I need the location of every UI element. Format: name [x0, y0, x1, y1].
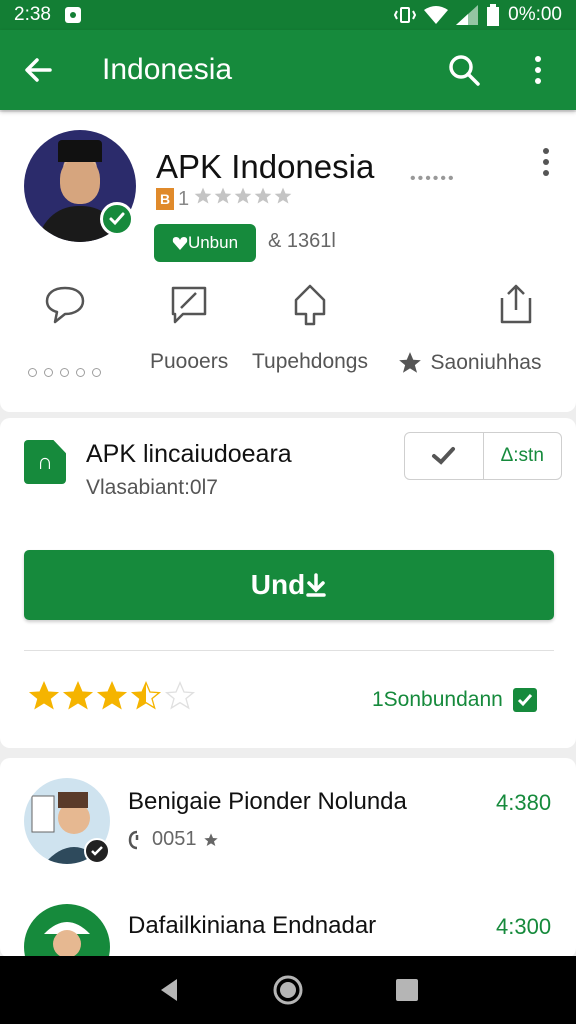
list-item[interactable]: Benigaie Pionder Nolunda 0051 4:380: [0, 778, 576, 878]
nav-home-button[interactable]: [264, 966, 312, 1014]
rating-badge: B: [156, 188, 174, 210]
rating-link-label: 1Sonbundann: [372, 688, 503, 711]
primary-button-label: Und: [250, 569, 306, 600]
avatar: [24, 904, 110, 958]
triangle-back-icon: [161, 979, 178, 1001]
edit-message-icon: [163, 278, 215, 330]
more-vert-icon: [543, 148, 549, 176]
star-icon: [96, 680, 128, 710]
review-meta: 0051: [128, 828, 219, 851]
verified-icon: [84, 838, 110, 864]
star-outline-icon: [214, 187, 232, 204]
rating-text: 1: [178, 187, 190, 210]
name-dots: ••••••: [410, 170, 456, 187]
rating-stars: [193, 186, 293, 212]
action-label: Tupehdongs: [252, 350, 368, 373]
app-bar: Indonesia: [0, 30, 576, 110]
package-file-icon: ∩: [24, 440, 66, 484]
notification-icon: [64, 7, 81, 23]
star-icon: [164, 680, 196, 710]
action-downloads[interactable]: Tupehdongs: [252, 278, 368, 374]
page-title: Indonesia: [102, 53, 233, 86]
download-count: & 1361l: [268, 230, 336, 252]
action-label: Puooers: [150, 350, 229, 373]
package-version: Vlasabiant:0l7: [86, 476, 218, 499]
system-nav-bar: [0, 956, 576, 1024]
check-segment[interactable]: [405, 433, 483, 479]
star-outline-icon: [234, 187, 252, 204]
star-icon: [203, 832, 218, 846]
app-header-card: APK Indonesia •••••• B 1 Unbun & 1361l P…: [0, 112, 576, 412]
list-item[interactable]: Dafailkiniana Endnadar 4:300: [0, 904, 576, 958]
review-time: 4:300: [496, 914, 552, 939]
star-icon: [62, 680, 94, 710]
share-icon: [490, 278, 542, 330]
review-time: 4:380: [496, 790, 552, 815]
package-card: ∩ APK lincaiudoeara Vlasabiant:0l7 Δ:stn…: [0, 418, 576, 748]
action-label-row: Saoniuhhas: [397, 350, 542, 376]
install-chip[interactable]: Unbun: [154, 224, 256, 262]
primary-action-button[interactable]: Und: [24, 550, 554, 620]
clock-icon: [128, 830, 139, 849]
heart-icon: [172, 237, 188, 250]
action-label: Saoniuhhas: [430, 351, 542, 374]
back-button[interactable]: [14, 46, 62, 94]
app-more-button[interactable]: [526, 138, 566, 186]
back-arrow-icon: [25, 58, 52, 82]
action-comment[interactable]: [28, 278, 101, 377]
reviews-card: Benigaie Pionder Nolunda 0051 4:380 Dafa…: [0, 758, 576, 958]
overflow-menu-button[interactable]: [514, 46, 562, 94]
nav-recents-button[interactable]: [383, 966, 431, 1014]
nav-back-button[interactable]: [145, 966, 193, 1014]
star-outline-icon: [254, 187, 272, 204]
star-icon: [28, 680, 60, 710]
rating-stars-large[interactable]: [28, 680, 196, 712]
comment-icon: [39, 278, 91, 330]
download-icon: [306, 573, 326, 597]
review-author: Benigaie Pionder Nolunda: [128, 788, 407, 815]
status-time: 2:38: [14, 4, 51, 25]
battery-icon: [486, 4, 500, 26]
action-posters[interactable]: Puooers: [150, 278, 228, 374]
signal-icon: [456, 5, 479, 25]
divider: [24, 650, 554, 651]
package-title: APK lincaiudoeara: [86, 440, 292, 468]
status-bar: 2:38 0%:00: [0, 0, 576, 30]
star-icon: [130, 680, 162, 710]
search-icon: [449, 55, 480, 86]
verified-badge-icon: [100, 202, 134, 236]
star-outline-icon: [194, 187, 212, 204]
battery-text: 0%:00: [508, 4, 562, 25]
search-button[interactable]: [440, 46, 488, 94]
segmented-control: Δ:stn: [404, 432, 562, 480]
action-row: Puooers Tupehdongs Saoniuhhas: [0, 278, 576, 388]
circle-home-icon: [273, 975, 303, 1005]
app-rating-row: B 1: [156, 186, 293, 212]
wifi-icon: [424, 5, 449, 25]
star-outline-icon: [274, 187, 292, 204]
check-icon: [431, 447, 455, 465]
star-icon: [398, 352, 421, 373]
rating-link[interactable]: 1Sonbundann: [372, 688, 537, 712]
install-chip-label: Unbun: [187, 233, 239, 252]
house-download-icon: [284, 278, 336, 330]
action-segment[interactable]: Δ:stn: [482, 433, 562, 479]
check-box-icon: [512, 688, 537, 712]
app-name: APK Indonesia: [156, 148, 375, 185]
square-recents-icon: [395, 979, 418, 1001]
review-meta-value: 0051: [152, 828, 197, 850]
review-author: Dafailkiniana Endnadar: [128, 912, 377, 939]
more-vert-icon: [535, 56, 541, 84]
action-share[interactable]: Saoniuhhas: [396, 278, 542, 376]
pager-dots: [28, 368, 101, 377]
vibrate-icon: [394, 5, 417, 25]
